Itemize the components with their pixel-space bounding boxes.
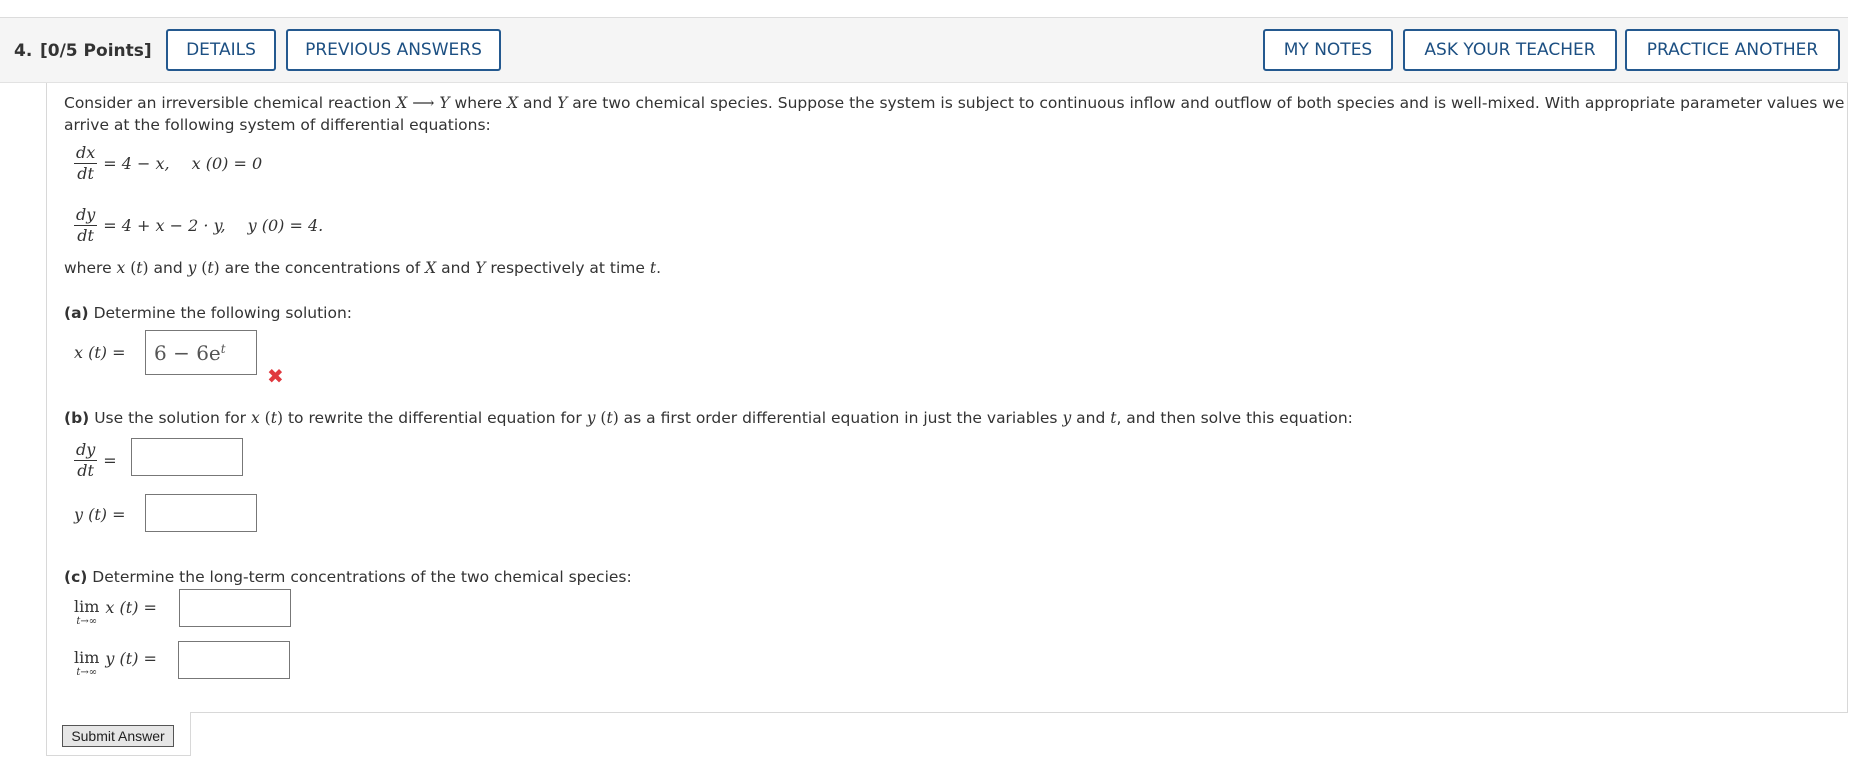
part-c-lim-y-lhs: lim t→∞ y (t) =	[74, 648, 157, 678]
question-number: 4.	[14, 41, 33, 61]
x-mark-icon: ✖	[267, 364, 284, 388]
part-c-lim-x-field[interactable]	[179, 589, 291, 627]
part-b-y-lhs: y (t) =	[74, 505, 126, 524]
my-notes-button[interactable]: MY NOTES	[1263, 29, 1393, 71]
ask-your-teacher-button[interactable]: ASK YOUR TEACHER	[1403, 29, 1617, 71]
part-b-dy-dt-lhs: dy dt =	[74, 440, 117, 480]
part-a-prompt: (a) Determine the following solution:	[64, 304, 353, 322]
part-b-y-field[interactable]	[145, 494, 257, 532]
part-a-lhs: x (t) =	[74, 343, 126, 362]
intro-line-2: arrive at the following system of differ…	[64, 116, 491, 134]
part-b-prompt: (b) Use the solution for x (t) to rewrit…	[64, 409, 1353, 427]
details-button[interactable]: DETAILS	[166, 29, 276, 71]
practice-another-button[interactable]: PRACTICE ANOTHER	[1625, 29, 1840, 71]
part-b-dy-dt-field[interactable]	[131, 438, 243, 476]
question-panel	[46, 83, 1848, 713]
part-c-lim-x-lhs: lim t→∞ x (t) =	[74, 597, 157, 627]
part-a-answer-field[interactable]: 6 − 6e t	[145, 330, 257, 375]
part-c-prompt: (c) Determine the long-term concentratio…	[64, 568, 632, 586]
submit-answer-button[interactable]: Submit Answer	[62, 725, 174, 747]
equation-dx-dt: dx dt = 4 − x, x (0) = 0	[74, 143, 263, 183]
intro-line-1: Consider an irreversible chemical reacti…	[64, 94, 1850, 112]
question-points: [0/5 Points]	[40, 41, 152, 61]
equation-dy-dt: dy dt = 4 + x − 2 · y, y (0) = 4.	[74, 205, 324, 245]
part-c-lim-y-field[interactable]	[178, 641, 290, 679]
where-text: where x (t) and y (t) are the concentrat…	[64, 259, 662, 277]
previous-answers-button[interactable]: PREVIOUS ANSWERS	[286, 29, 501, 71]
